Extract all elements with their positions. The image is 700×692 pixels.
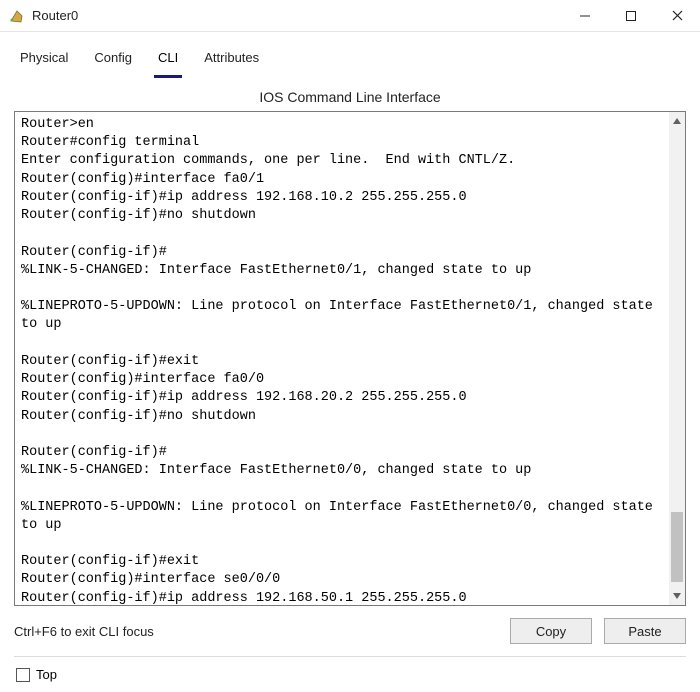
panel-heading: IOS Command Line Interface — [14, 79, 686, 111]
tab-config[interactable]: Config — [90, 46, 136, 78]
tab-cli[interactable]: CLI — [154, 46, 182, 78]
maximize-button[interactable] — [608, 0, 654, 32]
paste-button[interactable]: Paste — [604, 618, 686, 644]
top-checkbox[interactable] — [16, 668, 30, 682]
tab-bar: Physical Config CLI Attributes — [14, 40, 686, 79]
cli-footer: Ctrl+F6 to exit CLI focus Copy Paste — [14, 606, 686, 644]
scrollbar[interactable] — [669, 112, 685, 605]
scroll-down-icon[interactable] — [669, 587, 685, 605]
titlebar: Router0 — [0, 0, 700, 32]
copy-button[interactable]: Copy — [510, 618, 592, 644]
tab-attributes[interactable]: Attributes — [200, 46, 263, 78]
scroll-up-icon[interactable] — [669, 112, 685, 130]
top-label: Top — [36, 667, 57, 682]
terminal-container: Router>en Router#config terminal Enter c… — [14, 111, 686, 606]
minimize-button[interactable] — [562, 0, 608, 32]
scroll-thumb[interactable] — [671, 512, 683, 582]
tab-physical[interactable]: Physical — [16, 46, 72, 78]
top-toggle-row: Top — [14, 667, 686, 682]
separator — [14, 656, 686, 657]
window-controls — [562, 0, 700, 32]
close-button[interactable] — [654, 0, 700, 32]
focus-hint: Ctrl+F6 to exit CLI focus — [14, 624, 498, 639]
window-title: Router0 — [32, 8, 78, 23]
app-icon — [6, 6, 26, 26]
cli-terminal[interactable]: Router>en Router#config terminal Enter c… — [15, 112, 669, 605]
